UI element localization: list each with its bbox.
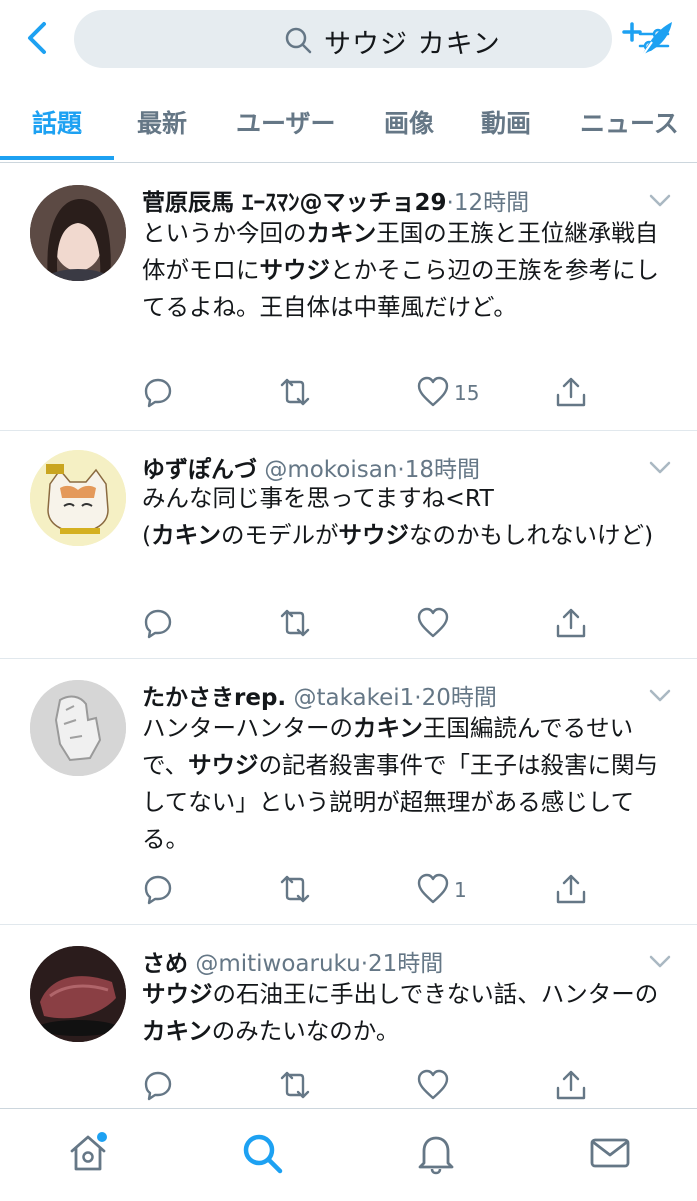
avatar[interactable] [30, 946, 126, 1042]
share-icon[interactable] [554, 872, 588, 906]
like-icon[interactable] [416, 872, 450, 906]
tweet-text: みんな同じ事を思ってますね<RT (カキンのモデルがサウジなのかもしれないけど) [142, 480, 672, 554]
share-icon[interactable] [554, 1068, 588, 1102]
display-name[interactable]: 菅原辰馬 ｴｰｽﾏﾝ@マッチョ29 [142, 190, 447, 216]
display-name[interactable]: たかさきrep. [142, 685, 286, 711]
username[interactable]: @mitiwoaruku [195, 951, 360, 977]
tweet-text-segment: ( [142, 521, 152, 549]
keyword-highlight: サウジ [338, 521, 409, 549]
reply-icon[interactable] [140, 375, 174, 409]
tab-top[interactable]: 話題 [32, 104, 82, 140]
tweet[interactable]: ゆずぽんづ @mokoisan·18時間 みんな同じ事を思ってますね<RT (カキ… [0, 430, 697, 659]
tab-latest[interactable]: 最新 [137, 104, 187, 140]
display-name[interactable]: さめ [142, 951, 188, 977]
tweet-header: さめ @mitiwoaruku·21時間 [142, 944, 443, 978]
bottom-navigation [0, 1108, 697, 1201]
keyword-highlight: カキン [151, 521, 221, 549]
compose-tweet-icon[interactable] [620, 16, 676, 64]
tweet[interactable]: たかさきrep. @takakei1·20時間 ハンターハンターのカキン王国編読… [0, 658, 697, 925]
keyword-highlight: カキン [306, 219, 377, 247]
tweet-text: サウジの石油王に手出しできない話、ハンターのカキンのみたいなのか。 [142, 976, 672, 1050]
tab-videos[interactable]: 動画 [481, 104, 531, 140]
notifications-icon[interactable] [414, 1131, 458, 1175]
tweet-header: 菅原辰馬 ｴｰｽﾏﾝ@マッチョ29·12時間 [142, 183, 529, 217]
tweet-actions: 15 [0, 375, 697, 415]
search-input[interactable]: サウジ カキン [74, 10, 670, 68]
keyword-highlight: サウジ [188, 751, 259, 779]
username[interactable]: @takakei1 [293, 685, 414, 711]
messages-icon[interactable] [588, 1131, 632, 1175]
timestamp: ·21時間 [360, 951, 444, 977]
tab-photos[interactable]: 画像 [384, 104, 434, 140]
tweet-header: ゆずぽんづ @mokoisan·18時間 [142, 450, 480, 484]
avatar-image [30, 680, 126, 776]
chevron-down-icon[interactable] [648, 688, 672, 704]
chevron-down-icon[interactable] [648, 460, 672, 476]
tweet[interactable]: さめ @mitiwoaruku·21時間 サウジの石油王に手出しできない話、ハン… [0, 924, 697, 1108]
search-header: サウジ カキン [0, 0, 697, 80]
home-icon[interactable] [66, 1131, 110, 1175]
timestamp: ·20時間 [414, 685, 497, 711]
search-icon[interactable] [240, 1131, 284, 1175]
keyword-highlight: カキン [353, 714, 423, 742]
avatar[interactable] [30, 450, 126, 546]
tweet[interactable]: 菅原辰馬 ｴｰｽﾏﾝ@マッチョ29·12時間 というか今回のカキン王国の王族と王… [0, 163, 697, 431]
tweet-actions: 1 [0, 872, 697, 912]
timestamp: ·12時間 [446, 190, 530, 216]
tweet-text-segment: のみたいなのか。 [211, 1017, 400, 1045]
keyword-highlight: サウジ [142, 980, 213, 1008]
like-icon[interactable] [416, 1068, 450, 1102]
tweet-actions [0, 1068, 697, 1108]
avatar-image [30, 946, 126, 1042]
reply-icon[interactable] [140, 1068, 174, 1102]
search-query: サウジ カキン [324, 29, 501, 60]
tab-news[interactable]: ニュース [580, 104, 679, 140]
share-icon[interactable] [554, 606, 588, 640]
retweet-icon[interactable] [278, 872, 312, 906]
reply-icon[interactable] [140, 606, 174, 640]
active-tab-indicator [0, 156, 114, 160]
tweet-text: というか今回のカキン王国の王族と王位継承戦自体がモロにサウジとかそこら辺の王族を… [142, 215, 672, 326]
tweet-text-segment: ハンターハンターの [142, 714, 354, 742]
keyword-highlight: サウジ [259, 256, 331, 284]
tweet-text-segment: というか今回の [142, 219, 307, 247]
search-icon [285, 27, 312, 54]
chevron-down-icon[interactable] [648, 954, 672, 970]
tweet-header: たかさきrep. @takakei1·20時間 [142, 678, 497, 712]
back-chevron-icon[interactable] [20, 18, 56, 58]
tweet-text-segment: の石油王に手出しできない話、ハンターの [212, 980, 659, 1008]
retweet-icon[interactable] [278, 1068, 312, 1102]
chevron-down-icon[interactable] [648, 193, 672, 209]
search-tabs: 話題 最新 ユーザー 画像 動画 ニュース [0, 80, 697, 163]
avatar-image [30, 185, 126, 281]
tweet-text-segment: のモデルが [220, 521, 339, 549]
keyword-highlight: カキン [142, 1017, 212, 1045]
reply-icon[interactable] [140, 872, 174, 906]
avatar[interactable] [30, 680, 126, 776]
avatar-image [30, 450, 126, 546]
share-icon[interactable] [554, 375, 588, 409]
retweet-icon[interactable] [278, 606, 312, 640]
tab-users[interactable]: ユーザー [236, 104, 336, 140]
avatar[interactable] [30, 185, 126, 281]
tweet-text-segment: なのかもしれないけど) [408, 521, 654, 549]
tweet-text: ハンターハンターのカキン王国編読んでるせいで、サウジの記者殺害事件で「王子は殺害… [142, 710, 672, 858]
like-count: 1 [454, 878, 467, 902]
tweet-actions [0, 606, 697, 646]
like-icon[interactable] [416, 375, 450, 409]
tweet-text-segment: みんな同じ事を思ってますね<RT [142, 484, 494, 512]
like-count: 15 [454, 381, 480, 405]
like-icon[interactable] [416, 606, 450, 640]
retweet-icon[interactable] [278, 375, 312, 409]
